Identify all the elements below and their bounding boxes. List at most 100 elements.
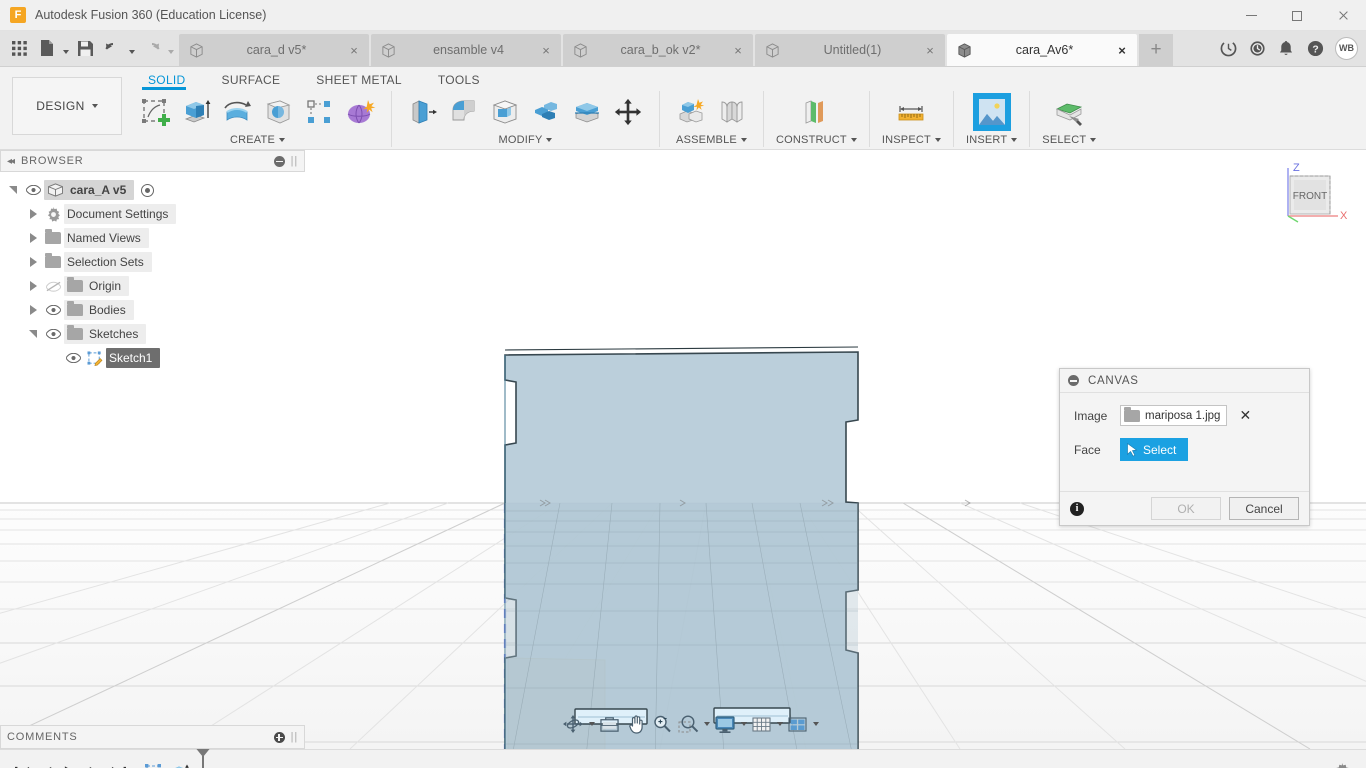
undo-dropdown[interactable] bbox=[126, 33, 138, 63]
visibility-eye-icon[interactable] bbox=[62, 353, 84, 363]
notifications-bell-icon[interactable] bbox=[1273, 35, 1299, 61]
info-icon[interactable]: i bbox=[1070, 501, 1084, 516]
offset-plane-icon[interactable] bbox=[797, 93, 835, 131]
display-settings-dropdown-caret[interactable] bbox=[741, 722, 747, 726]
root-node[interactable]: cara_A v5 bbox=[44, 180, 135, 200]
tree-row-origin[interactable]: Origin bbox=[0, 274, 305, 298]
play-icon[interactable] bbox=[58, 758, 82, 768]
sketches-node[interactable]: Sketches bbox=[64, 324, 147, 344]
redo-icon[interactable] bbox=[138, 33, 165, 63]
orbit-icon[interactable] bbox=[560, 712, 586, 736]
timeline-marker-stem[interactable] bbox=[202, 756, 204, 768]
visibility-eye-icon[interactable] bbox=[42, 305, 64, 315]
tree-row-sketches[interactable]: Sketches bbox=[0, 322, 305, 346]
maximize-button[interactable] bbox=[1274, 0, 1320, 31]
browser-resize-grip[interactable]: || bbox=[291, 155, 298, 167]
origin-node[interactable]: Origin bbox=[64, 276, 130, 296]
timeline-settings-gear-icon[interactable] bbox=[1330, 760, 1354, 768]
sketch1-node[interactable]: Sketch1 bbox=[106, 348, 161, 368]
expand-arrow-root[interactable] bbox=[4, 186, 22, 194]
fillet-icon[interactable] bbox=[445, 93, 483, 131]
revolve-icon[interactable] bbox=[218, 93, 256, 131]
image-file-field[interactable]: mariposa 1.jpg bbox=[1120, 405, 1228, 426]
press-pull-icon[interactable] bbox=[404, 93, 442, 131]
pan-icon[interactable] bbox=[624, 712, 648, 736]
face-select-button[interactable]: Select bbox=[1120, 438, 1189, 461]
display-settings-icon[interactable] bbox=[712, 712, 738, 736]
tree-row-document-settings[interactable]: Document Settings bbox=[0, 202, 305, 226]
ok-button[interactable]: OK bbox=[1151, 497, 1221, 520]
save-icon[interactable] bbox=[72, 33, 99, 63]
form-icon[interactable] bbox=[341, 93, 379, 131]
close-button[interactable] bbox=[1320, 0, 1366, 31]
ribbon-tab-tools[interactable]: TOOLS bbox=[420, 71, 498, 89]
canvas-dialog[interactable]: CANVAS Image mariposa 1.jpg ✕ Face Selec… bbox=[1059, 368, 1310, 526]
document-tab-4[interactable]: cara_Av6* × bbox=[947, 34, 1137, 66]
browser-minimize-icon[interactable] bbox=[273, 155, 285, 167]
viewports-icon[interactable] bbox=[785, 712, 810, 736]
select-panel-label[interactable]: SELECT bbox=[1042, 134, 1097, 146]
visibility-eye-icon[interactable] bbox=[22, 185, 44, 195]
split-face-icon[interactable] bbox=[568, 93, 606, 131]
user-avatar[interactable]: WB bbox=[1335, 36, 1358, 60]
add-comment-icon[interactable] bbox=[273, 731, 285, 743]
select-icon[interactable] bbox=[1050, 93, 1088, 131]
sweep-icon[interactable] bbox=[259, 93, 297, 131]
expand-arrow[interactable] bbox=[24, 330, 42, 338]
pattern-icon[interactable] bbox=[300, 93, 338, 131]
selection-sets-node[interactable]: Selection Sets bbox=[64, 252, 152, 272]
comments-resize-grip[interactable]: || bbox=[291, 731, 298, 743]
new-component-icon[interactable] bbox=[672, 93, 710, 131]
expand-arrow[interactable] bbox=[24, 305, 42, 315]
zoom-icon[interactable] bbox=[650, 712, 674, 736]
dialog-collapse-icon[interactable] bbox=[1068, 375, 1079, 386]
document-tab-3[interactable]: Untitled(1) × bbox=[755, 34, 945, 66]
viewports-dropdown-caret[interactable] bbox=[813, 722, 819, 726]
look-at-icon[interactable] bbox=[597, 712, 622, 736]
measure-icon[interactable] bbox=[892, 93, 930, 131]
document-settings-node[interactable]: Document Settings bbox=[64, 204, 177, 224]
tree-row-named-views[interactable]: Named Views bbox=[0, 226, 305, 250]
create-sketch-icon[interactable] bbox=[136, 93, 174, 131]
viewport[interactable]: ◂◂ BROWSER || cara_A v5 Document Setting… bbox=[0, 150, 1366, 749]
document-tab-1[interactable]: ensamble v4 × bbox=[371, 34, 561, 66]
tree-row-sketch1[interactable]: Sketch1 bbox=[0, 346, 305, 370]
zoom-window-icon[interactable] bbox=[676, 712, 701, 736]
document-tab-close[interactable]: × bbox=[729, 43, 747, 58]
new-tab-button[interactable]: + bbox=[1139, 34, 1173, 66]
step-back-icon[interactable] bbox=[34, 758, 58, 768]
document-tab-close[interactable]: × bbox=[537, 43, 555, 58]
app-grid-icon[interactable] bbox=[6, 33, 33, 63]
timeline-sketch1-icon[interactable] bbox=[142, 758, 166, 768]
ribbon-tab-surface[interactable]: SURFACE bbox=[204, 71, 299, 89]
new-file-dropdown[interactable] bbox=[60, 33, 72, 63]
visibility-eye-off-icon[interactable] bbox=[42, 281, 64, 292]
insert-panel-label[interactable]: INSERT bbox=[966, 134, 1018, 146]
document-tab-close[interactable]: × bbox=[921, 43, 939, 58]
expand-arrow[interactable] bbox=[24, 257, 42, 267]
document-tab-0[interactable]: cara_d v5* × bbox=[179, 34, 369, 66]
help-icon[interactable]: ? bbox=[1302, 35, 1328, 61]
expand-arrow[interactable] bbox=[24, 281, 42, 291]
joint-icon[interactable] bbox=[713, 93, 751, 131]
insert-canvas-icon[interactable] bbox=[972, 93, 1011, 131]
grid-snaps-dropdown-caret[interactable] bbox=[777, 722, 783, 726]
named-views-node[interactable]: Named Views bbox=[64, 228, 149, 248]
ribbon-tab-sheet-metal[interactable]: SHEET METAL bbox=[298, 71, 420, 89]
cancel-button[interactable]: Cancel bbox=[1229, 497, 1299, 520]
create-panel-label[interactable]: CREATE bbox=[230, 134, 285, 146]
minimize-button[interactable] bbox=[1228, 0, 1274, 31]
document-tab-close[interactable]: × bbox=[345, 43, 363, 58]
model-body[interactable] bbox=[504, 346, 859, 749]
recent-activity-icon[interactable] bbox=[1244, 35, 1270, 61]
bodies-node[interactable]: Bodies bbox=[64, 300, 134, 320]
tree-row-root[interactable]: cara_A v5 bbox=[0, 178, 305, 202]
undo-icon[interactable] bbox=[99, 33, 126, 63]
expand-arrow[interactable] bbox=[24, 233, 42, 243]
visibility-eye-icon[interactable] bbox=[42, 329, 64, 339]
view-cube[interactable]: Z X FRONT bbox=[1276, 158, 1350, 230]
tree-row-bodies[interactable]: Bodies bbox=[0, 298, 305, 322]
combine-icon[interactable] bbox=[527, 93, 565, 131]
modify-panel-label[interactable]: MODIFY bbox=[499, 134, 553, 146]
jump-to-end-icon[interactable] bbox=[106, 758, 130, 768]
